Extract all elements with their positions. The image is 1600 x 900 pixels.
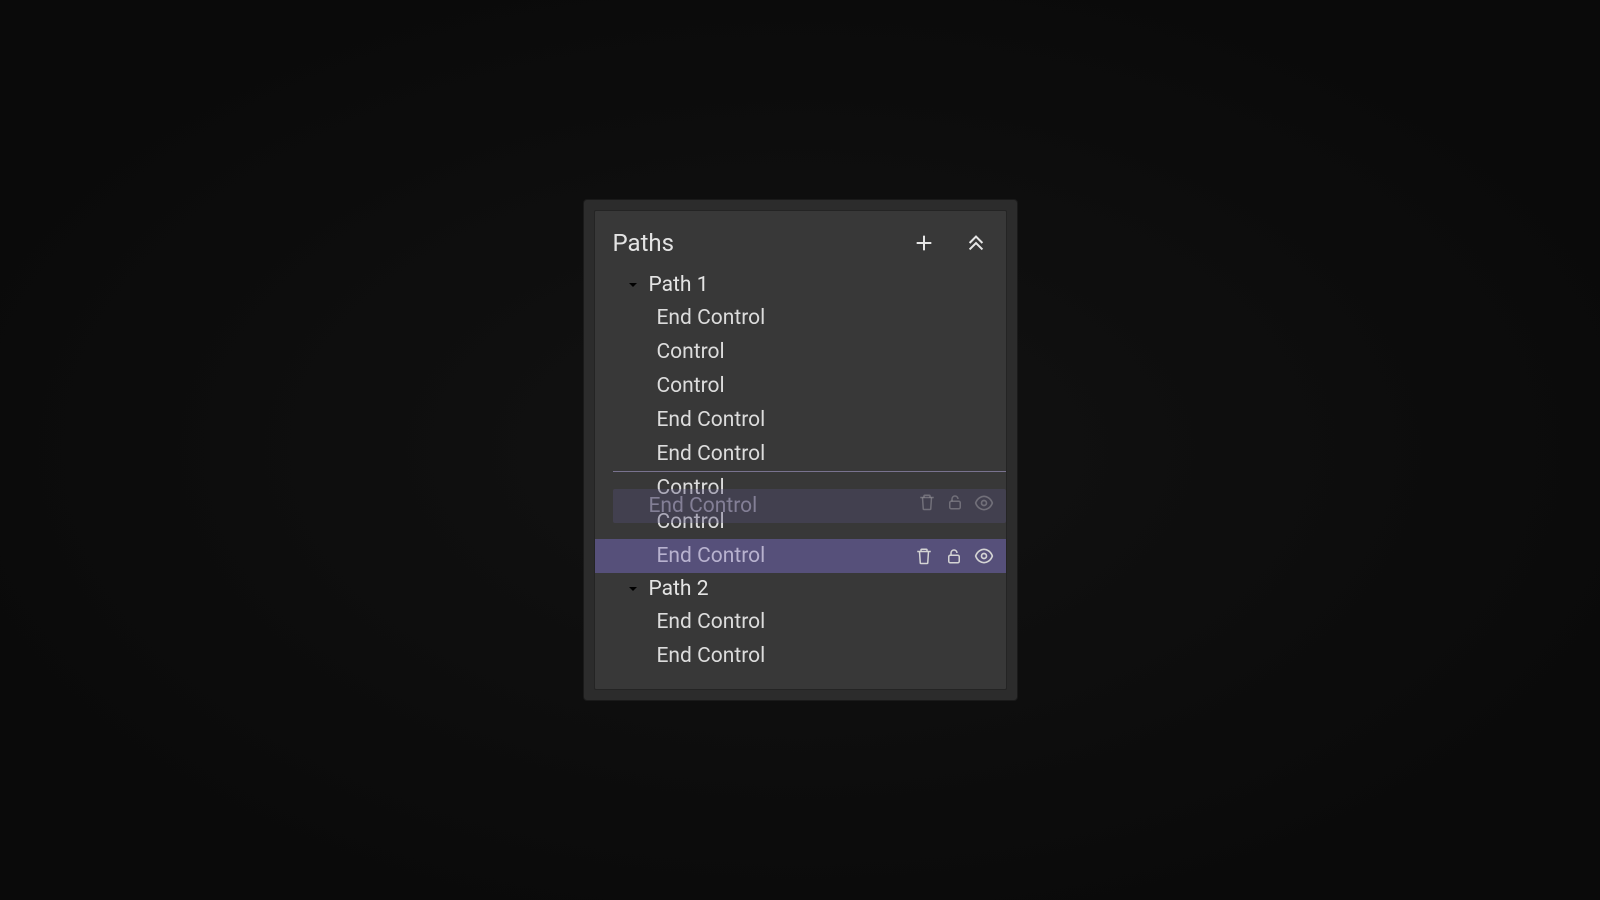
path-item[interactable]: Control: [595, 335, 1006, 369]
paths-panel-outer: Paths Path 1: [583, 199, 1018, 701]
path-item[interactable]: End Control: [595, 539, 1006, 573]
path-item-label: Control: [657, 340, 994, 364]
path-item[interactable]: End Control: [595, 437, 1006, 471]
chevrons-up-icon: [965, 232, 987, 254]
path-item-label: End Control: [657, 644, 994, 668]
path-item[interactable]: Control: [595, 471, 1006, 505]
chevron-down-icon: [623, 275, 643, 295]
path-item[interactable]: Control: [595, 505, 1006, 539]
plus-icon: [913, 232, 935, 254]
collapse-all-button[interactable]: [964, 231, 988, 255]
path-item-label: End Control: [657, 442, 994, 466]
path-group-label: Path 2: [649, 577, 709, 601]
path-item[interactable]: End Control: [595, 301, 1006, 335]
path-group-header[interactable]: Path 2: [595, 573, 1006, 605]
path-item-label: Control: [657, 476, 994, 500]
path-group-label: Path 1: [649, 273, 709, 297]
lock-button[interactable]: [944, 546, 964, 566]
add-path-button[interactable]: [912, 231, 936, 255]
path-item-label: Control: [657, 374, 994, 398]
path-item-label: End Control: [657, 544, 914, 568]
path-item-label: End Control: [657, 610, 994, 634]
path-item-label: Control: [657, 510, 994, 534]
visibility-button[interactable]: [974, 546, 994, 566]
path-item[interactable]: End Control: [595, 639, 1006, 673]
path-item[interactable]: End Control: [595, 403, 1006, 437]
path-item-label: End Control: [657, 408, 994, 432]
panel-header-actions: [912, 231, 988, 255]
path-item[interactable]: Control: [595, 369, 1006, 403]
path-item-actions: [914, 546, 994, 566]
drop-indicator: [613, 471, 1006, 472]
delete-button[interactable]: [914, 546, 934, 566]
path-item[interactable]: End Control: [595, 605, 1006, 639]
paths-panel: Paths Path 1: [594, 210, 1007, 690]
panel-title: Paths: [613, 229, 912, 257]
paths-panel-header: Paths: [595, 223, 1006, 269]
path-item-label: End Control: [657, 306, 994, 330]
paths-tree: Path 1 End Control Control: [595, 269, 1006, 673]
chevron-down-icon: [623, 579, 643, 599]
path-group-header[interactable]: Path 1: [595, 269, 1006, 301]
